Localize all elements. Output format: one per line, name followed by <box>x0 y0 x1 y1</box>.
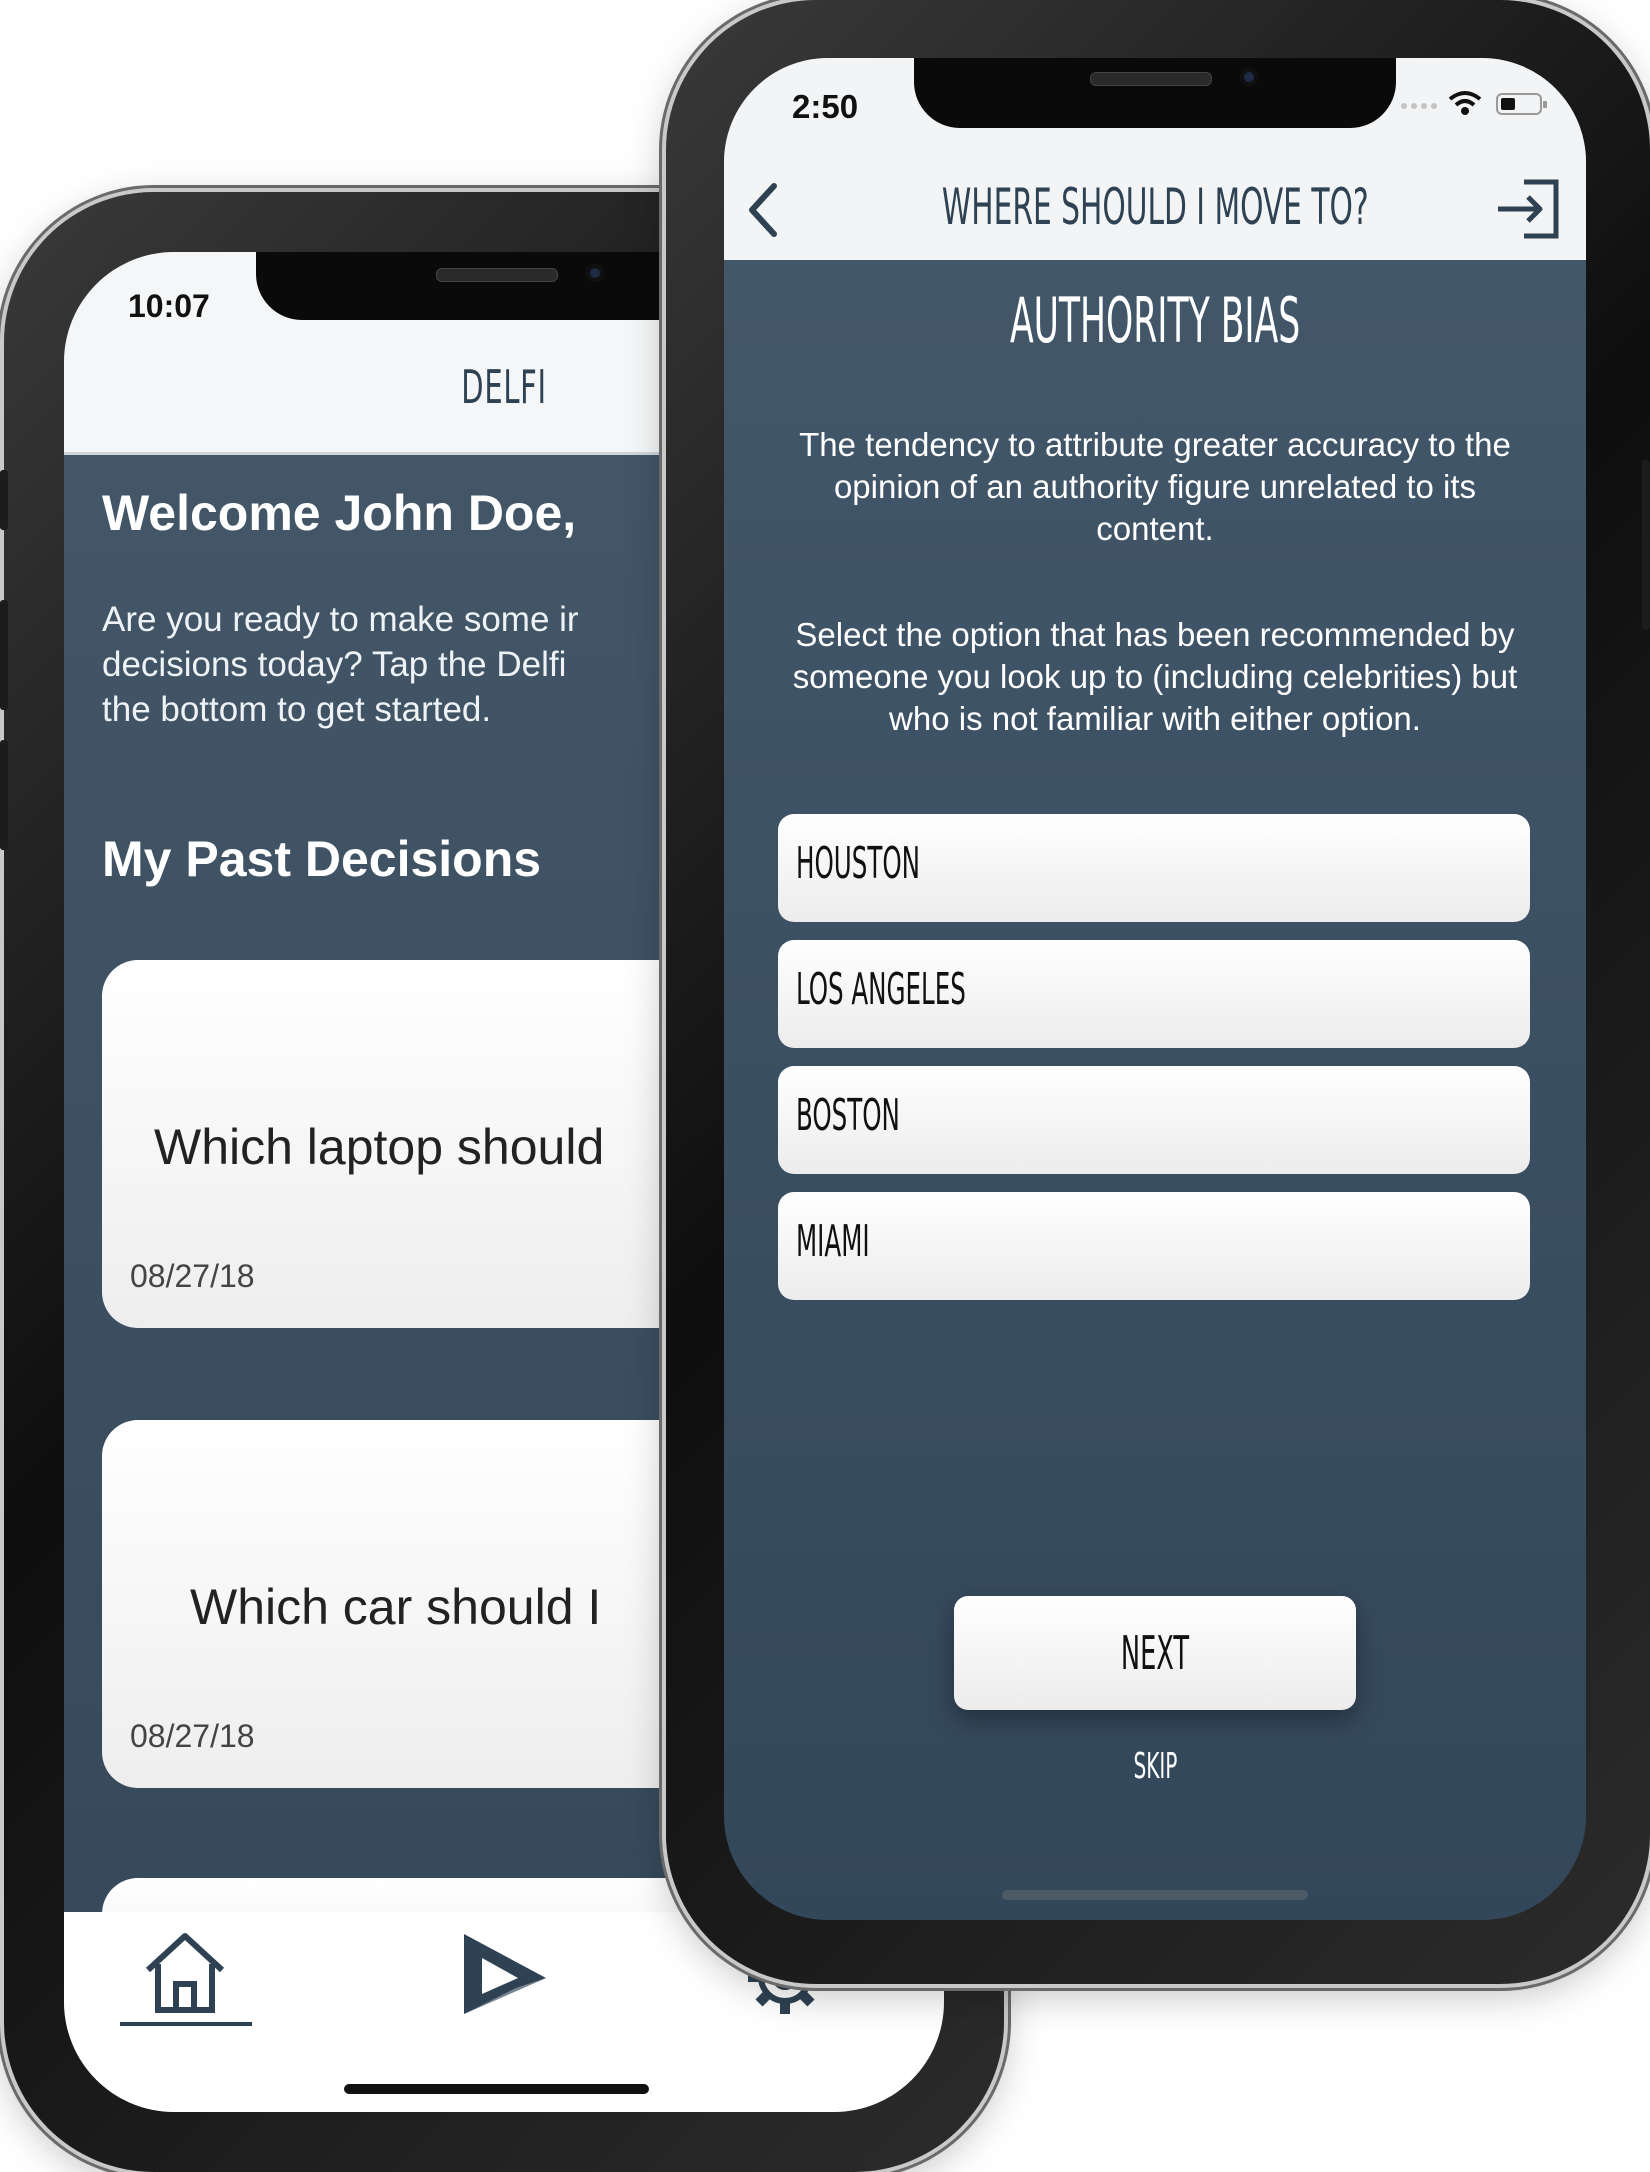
instruction-text: Select the option that has been recommen… <box>792 616 1518 737</box>
welcome-heading: Welcome John Doe, <box>102 485 577 541</box>
sign-in-icon <box>1498 179 1559 239</box>
mute-switch <box>0 470 8 530</box>
option-button[interactable]: HOUSTON <box>778 814 1530 922</box>
front-camera <box>586 264 604 282</box>
option-button[interactable]: MIAMI <box>778 1192 1530 1300</box>
next-button[interactable]: NEXT <box>954 1596 1356 1710</box>
volume-up-button <box>0 600 8 710</box>
tab-play[interactable] <box>456 1928 552 2024</box>
speaker <box>1090 72 1212 86</box>
decision-date: 08/27/18 <box>130 1718 255 1754</box>
tab-home[interactable] <box>140 1926 230 2016</box>
home-indicator <box>1002 1890 1308 1900</box>
front-camera <box>1240 68 1258 86</box>
home-indicator <box>344 2084 649 2094</box>
battery-icon <box>1496 92 1548 116</box>
decision-question: Which car should I <box>190 1579 602 1635</box>
intro-text: Are you ready to make some ir decisions … <box>102 600 579 729</box>
skip-link[interactable]: SKIP <box>724 1746 1586 1787</box>
signal-icon <box>1400 98 1440 112</box>
bias-definition: The tendency to attribute greater accura… <box>799 426 1511 547</box>
notch <box>914 58 1396 128</box>
decision-date: 08/27/18 <box>130 1258 255 1294</box>
exit-button[interactable] <box>1494 178 1560 240</box>
option-button[interactable]: BOSTON <box>778 1066 1530 1174</box>
side-button <box>1642 460 1650 630</box>
active-tab-indicator <box>120 2022 252 2026</box>
volume-down-button <box>0 740 8 850</box>
bias-title: AUTHORITY BIAS <box>1009 284 1301 357</box>
home-icon <box>145 1933 225 2013</box>
decision-question: Which laptop should <box>154 1119 605 1175</box>
wifi-icon <box>1448 90 1482 116</box>
speaker <box>436 268 558 282</box>
status-time: 10:07 <box>128 288 210 324</box>
option-button[interactable]: LOS ANGELES <box>778 940 1530 1048</box>
past-decisions-heading: My Past Decisions <box>102 831 542 887</box>
question-title: WHERE SHOULD I MOVE TO? <box>941 178 1369 236</box>
play-icon <box>464 1934 546 2014</box>
front-phone-screen: 2:50 WHERE SHOULD I MOVE TO? AUTHORITY B… <box>724 58 1586 1920</box>
status-time: 2:50 <box>792 88 859 125</box>
